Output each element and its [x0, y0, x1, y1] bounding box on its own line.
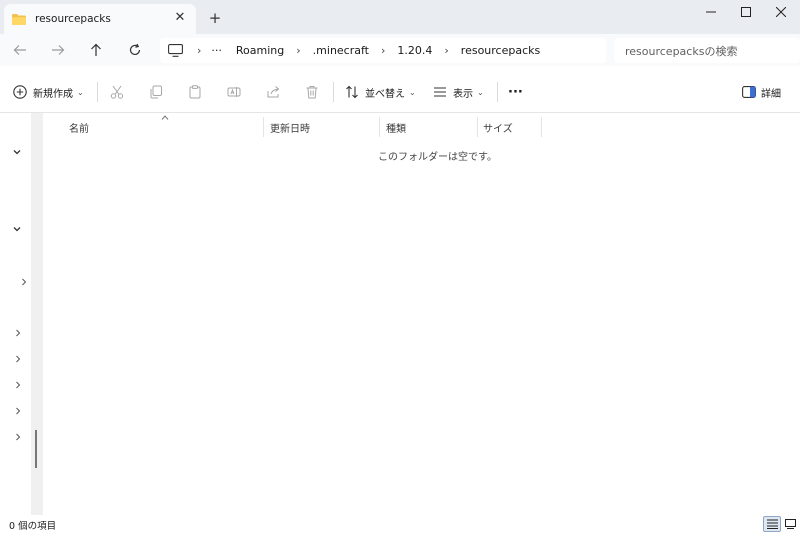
view-lines-icon	[434, 87, 446, 97]
cut-button[interactable]	[108, 83, 126, 101]
status-bar: 0 個の項目	[0, 515, 800, 533]
details-view-icon	[766, 519, 778, 529]
refresh-icon	[129, 43, 141, 56]
copy-button[interactable]	[147, 83, 165, 101]
tiles-view-icon	[784, 519, 796, 529]
scrollbar-thumb[interactable]	[35, 430, 37, 468]
new-tab-button[interactable]: +	[206, 9, 224, 27]
chevron-down-icon: ⌄	[477, 87, 484, 97]
item-count: 0 個の項目	[9, 521, 57, 532]
view-button[interactable]: 表示 ⌄	[433, 80, 484, 104]
column-header-modified[interactable]: 更新日時	[270, 117, 310, 137]
search-input[interactable]: resourcepacksの検索	[625, 43, 737, 59]
this-pc-icon	[168, 44, 183, 57]
clipboard-icon	[189, 85, 201, 99]
rename-icon	[227, 87, 241, 97]
up-button[interactable]	[85, 39, 107, 61]
minimize-button[interactable]	[694, 0, 728, 24]
chevron-right-icon: ›	[197, 44, 202, 57]
sort-ascending-icon	[161, 113, 169, 123]
back-button[interactable]	[9, 39, 31, 61]
paste-button[interactable]	[186, 83, 204, 101]
breadcrumb-minecraft[interactable]: .minecraft	[313, 44, 369, 57]
new-button[interactable]: 新規作成 ⌄	[13, 80, 84, 104]
chevron-down-icon[interactable]	[10, 145, 24, 159]
folder-icon	[12, 13, 26, 25]
chevron-right-icon[interactable]	[11, 430, 25, 444]
command-bar: 新規作成 ⌄ 並べ替え ⌄ 表示 ⌄ ··· 詳細	[0, 72, 800, 112]
sort-button-label: 並べ替え	[365, 88, 405, 100]
chevron-right-icon[interactable]	[11, 352, 25, 366]
toolbar-divider	[497, 82, 498, 102]
column-divider[interactable]	[477, 117, 478, 137]
details-button[interactable]: 詳細	[742, 80, 781, 104]
arrow-up-icon	[91, 43, 101, 56]
breadcrumb-roaming[interactable]: Roaming	[236, 44, 284, 57]
minimize-icon	[706, 11, 716, 13]
column-divider[interactable]	[379, 117, 380, 137]
view-button-label: 表示	[453, 88, 473, 100]
refresh-button[interactable]	[124, 39, 146, 61]
chevron-right-icon[interactable]	[11, 378, 25, 392]
tab-close-button[interactable]: ✕	[172, 10, 188, 26]
close-icon	[776, 7, 786, 17]
breadcrumb-version[interactable]: 1.20.4	[397, 44, 432, 57]
chevron-down-icon[interactable]	[10, 222, 24, 236]
share-button[interactable]	[264, 83, 282, 101]
details-button-label: 詳細	[761, 88, 781, 100]
arrow-right-icon	[52, 45, 65, 55]
forward-button[interactable]	[47, 39, 69, 61]
navigation-bar: › ··· Roaming › .minecraft › 1.20.4 › re…	[0, 34, 800, 66]
address-bar[interactable]: › ··· Roaming › .minecraft › 1.20.4 › re…	[160, 38, 606, 63]
tab-title: resourcepacks	[35, 13, 111, 25]
chevron-down-icon: ⌄	[409, 87, 416, 97]
chevron-right-icon: ›	[444, 44, 449, 57]
chevron-right-icon[interactable]	[11, 326, 25, 340]
navigation-pane	[0, 113, 31, 515]
title-bar: resourcepacks ✕ +	[0, 0, 800, 34]
column-header-size[interactable]: サイズ	[483, 117, 513, 137]
breadcrumb-resourcepacks[interactable]: resourcepacks	[461, 44, 540, 57]
toolbar-divider	[333, 82, 334, 102]
sort-icon	[346, 85, 358, 99]
chevron-right-icon[interactable]	[17, 275, 31, 289]
tiles-view-button[interactable]	[781, 516, 799, 532]
empty-folder-message: このフォルダーは空です。	[378, 152, 497, 163]
file-list: 名前 更新日時 種類 サイズ このフォルダーは空です。	[43, 113, 800, 515]
breadcrumb-more[interactable]: ···	[211, 44, 222, 57]
sort-button[interactable]: 並べ替え ⌄	[345, 80, 416, 104]
delete-button[interactable]	[303, 83, 321, 101]
column-header-name[interactable]: 名前	[69, 117, 89, 137]
search-box[interactable]: resourcepacksの検索	[614, 38, 800, 63]
details-view-button[interactable]	[763, 516, 781, 532]
chevron-down-icon: ⌄	[77, 87, 84, 97]
chevron-right-icon: ›	[296, 44, 301, 57]
maximize-button[interactable]	[729, 0, 763, 24]
new-button-label: 新規作成	[33, 88, 73, 100]
chevron-right-icon: ›	[380, 44, 386, 57]
maximize-icon	[741, 7, 751, 17]
toolbar-divider	[97, 82, 98, 102]
plus-circle-icon	[13, 85, 27, 99]
navigation-pane-scrollbar[interactable]	[31, 113, 43, 515]
tab-resourcepacks[interactable]: resourcepacks ✕	[4, 4, 196, 34]
more-options-button[interactable]: ···	[508, 80, 523, 104]
copy-icon	[150, 85, 162, 99]
scissors-icon	[110, 85, 124, 99]
window-close-button[interactable]	[764, 0, 798, 24]
column-divider[interactable]	[541, 117, 542, 137]
trash-icon	[306, 86, 318, 99]
column-header-type[interactable]: 種類	[386, 117, 406, 137]
share-icon	[267, 86, 280, 98]
arrow-left-icon	[13, 45, 26, 55]
column-divider[interactable]	[263, 117, 264, 137]
rename-button[interactable]	[225, 83, 243, 101]
chevron-right-icon[interactable]	[11, 404, 25, 418]
details-pane-icon	[742, 86, 756, 98]
